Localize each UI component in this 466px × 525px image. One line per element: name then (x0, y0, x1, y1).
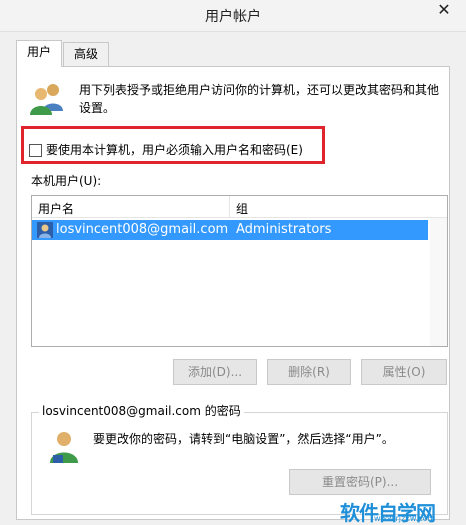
table-row[interactable]: losvincent008@gmail.com Administrators (32, 220, 428, 240)
window-title: 用户帐户 (205, 9, 261, 25)
column-header-username[interactable]: 用户名 (38, 200, 74, 217)
reset-password-button[interactable]: 重置密码(P)... (289, 469, 431, 495)
user-account-icon (36, 221, 54, 239)
users-list[interactable]: 用户名 组 losvincent008@gmail.com Administra… (31, 195, 448, 347)
local-users-label: 本机用户(U): (31, 174, 102, 188)
user-password-icon (47, 429, 81, 465)
row-username: losvincent008@gmail.com (56, 222, 229, 237)
list-header: 用户名 组 (32, 196, 447, 218)
watermark-url: www.rjzxw.com (374, 514, 436, 523)
row-group: Administrators (236, 222, 332, 237)
scrollbar[interactable] (430, 218, 447, 346)
properties-button[interactable]: 属性(O) (361, 359, 447, 385)
password-group-title: losvincent008@gmail.com 的密码 (39, 402, 244, 419)
require-password-checkbox[interactable] (29, 144, 42, 157)
users-panel: 用下列表授予或拒绝用户访问你的计算机，还可以更改其密码和其他设置。 要使用本计算… (16, 66, 450, 520)
tab-advanced[interactable]: 高级 (63, 42, 109, 66)
require-password-label[interactable]: 要使用本计算机，用户必须输入用户名和密码(E) (46, 141, 303, 158)
users-description: 用下列表授予或拒绝用户访问你的计算机，还可以更改其密码和其他设置。 (79, 83, 440, 115)
close-button[interactable]: ✕ (430, 0, 458, 22)
tab-users[interactable]: 用户 (16, 40, 62, 67)
users-icon (29, 81, 65, 117)
title-bar: 用户帐户 ✕ (0, 0, 466, 32)
column-header-group[interactable]: 组 (236, 200, 248, 217)
remove-button[interactable]: 删除(R) (267, 359, 351, 385)
password-description: 要更改你的密码，请转到“电脑设置”，然后选择“用户”。 (93, 432, 394, 446)
site-watermark-logo: 软件自学网 www.rjzxw.com (340, 497, 460, 525)
add-button[interactable]: 添加(D)... (173, 359, 257, 385)
column-divider[interactable] (229, 196, 230, 218)
